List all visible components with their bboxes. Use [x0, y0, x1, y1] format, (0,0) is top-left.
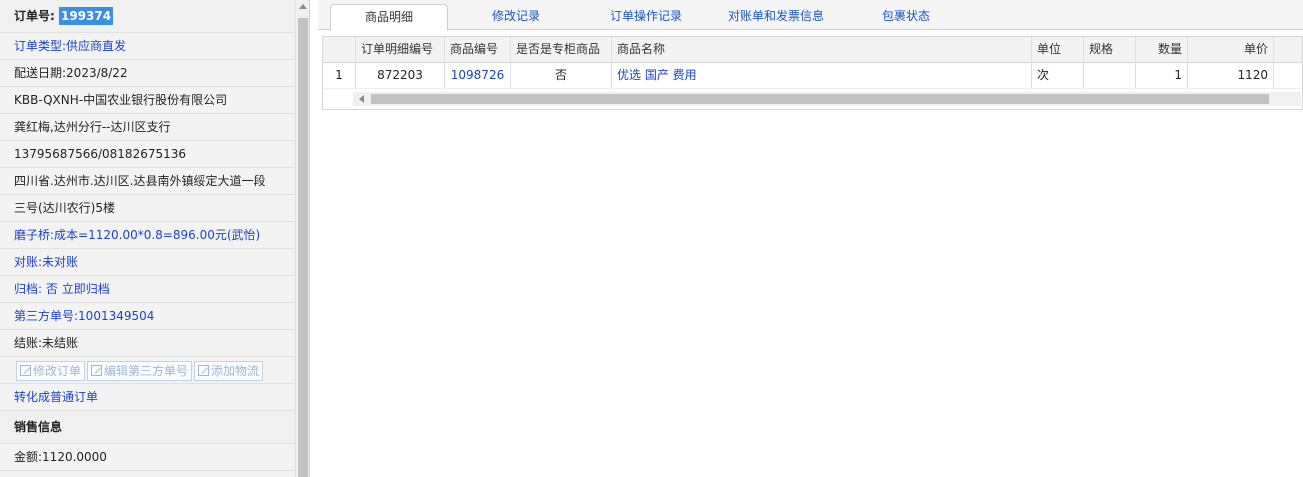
customer-name: KBB-QXNH-中国农业银行股份有限公司 — [0, 87, 295, 114]
tab-operation-records[interactable]: 订单操作记录 — [586, 4, 706, 30]
header-detail-no[interactable]: 订单明细编号 — [356, 37, 445, 63]
convert-normal-order-link[interactable]: 转化成普通订单 — [0, 384, 295, 411]
edit-icon — [198, 364, 210, 376]
edit-order-button[interactable]: 修改订单 — [16, 360, 86, 381]
header-product-no[interactable]: 商品编号 — [445, 37, 511, 63]
archive-now-link[interactable]: 立即归档 — [62, 282, 110, 296]
header-price[interactable]: 单价 — [1188, 37, 1274, 63]
contact-phones: 13795687566/08182675136 — [0, 141, 295, 168]
settle-status: 结账:未结账 — [0, 330, 295, 357]
cell-is-counter: 否 — [511, 63, 612, 89]
scroll-left-arrow-icon[interactable] — [359, 95, 364, 103]
address-line-1: 四川省.达州市.达川区.达县南外镇绥定大道一段 — [0, 168, 295, 195]
delivery-date: 配送日期:2023/8/22 — [0, 60, 295, 87]
archive-row: 归档: 否 立即归档 — [0, 276, 295, 303]
order-number-row: 订单号: 199374 — [0, 0, 295, 33]
address-line-2: 三号(达川农行)5楼 — [0, 195, 295, 222]
reconcile-status: 对账:未对账 — [0, 249, 295, 276]
order-info-list: 订单号: 199374 订单类型:供应商直发 配送日期:2023/8/22 KB… — [0, 0, 295, 477]
third-party-number: 第三方单号:1001349504 — [0, 303, 295, 330]
left-vertical-scrollbar[interactable] — [295, 0, 309, 477]
scroll-up-arrow-icon[interactable] — [299, 4, 307, 9]
cell-unit: 次 — [1032, 63, 1084, 89]
horizontal-scroll-thumb[interactable] — [371, 94, 1269, 104]
row-index: 1 — [323, 63, 356, 89]
header-unit[interactable]: 单位 — [1032, 37, 1084, 63]
cell-product-name-link[interactable]: 优选 国产 费用 — [612, 63, 1032, 89]
cell-price: 1120 — [1188, 63, 1274, 89]
table-row[interactable]: 1 872203 1098726 否 优选 国产 费用 次 1 1120 — [323, 63, 1302, 89]
order-number-label: 订单号: — [14, 9, 55, 23]
tab-modify-records[interactable]: 修改记录 — [458, 4, 574, 30]
cell-qty: 1 — [1136, 63, 1188, 89]
cell-product-no-link[interactable]: 1098726 — [445, 63, 511, 89]
header-rownum — [323, 37, 356, 63]
tab-bar: 商品明细 修改记录 订单操作记录 对账单和发票信息 包裹状态 — [318, 0, 1303, 31]
tab-statement-invoice[interactable]: 对账单和发票信息 — [716, 4, 836, 30]
header-qty[interactable]: 数量 — [1136, 37, 1188, 63]
tab-product-details[interactable]: 商品明细 — [330, 4, 448, 31]
header-is-counter[interactable]: 是否是专柜商品 — [511, 37, 612, 63]
edit-third-party-button[interactable]: 编辑第三方单号 — [87, 360, 193, 381]
order-number-value[interactable]: 199374 — [59, 7, 114, 25]
archive-label: 归档: — [14, 282, 43, 296]
action-buttons: 修改订单 编辑第三方单号 添加物流 — [0, 357, 295, 384]
edit-icon — [20, 364, 31, 376]
cell-spec — [1084, 63, 1136, 89]
edit-icon — [91, 364, 103, 376]
contact-person: 龚红梅,达州分行--达川区支行 — [0, 114, 295, 141]
scroll-thumb[interactable] — [298, 18, 308, 477]
header-spec[interactable]: 规格 — [1084, 37, 1136, 63]
cost-note: 磨子桥:成本=1120.00*0.8=896.00元(武怡) — [0, 222, 295, 249]
order-type: 订单类型:供应商直发 — [0, 33, 295, 60]
grid-horizontal-scrollbar[interactable] — [353, 92, 1301, 106]
tab-package-status[interactable]: 包裹状态 — [856, 4, 956, 30]
order-info-panel: 订单号: 199374 订单类型:供应商直发 配送日期:2023/8/22 KB… — [0, 0, 310, 477]
add-logistics-label: 添加物流 — [211, 363, 260, 378]
cell-detail-no: 872203 — [356, 63, 445, 89]
product-detail-grid: 订单明细编号 商品编号 是否是专柜商品 商品名称 单位 规格 数量 单价 1 8… — [322, 36, 1303, 110]
grid-header-row: 订单明细编号 商品编号 是否是专柜商品 商品名称 单位 规格 数量 单价 — [323, 37, 1302, 63]
detail-panel: 商品明细 修改记录 订单操作记录 对账单和发票信息 包裹状态 订单明细编号 商品… — [318, 0, 1303, 477]
edit-third-party-label: 编辑第三方单号 — [104, 363, 189, 378]
sales-info-header: 销售信息 — [0, 411, 295, 444]
archive-value: 否 — [45, 282, 58, 296]
edit-order-label: 修改订单 — [33, 363, 82, 378]
header-product-name[interactable]: 商品名称 — [612, 37, 1032, 63]
add-logistics-button[interactable]: 添加物流 — [194, 360, 264, 381]
sales-amount: 金额:1120.0000 — [0, 444, 295, 471]
